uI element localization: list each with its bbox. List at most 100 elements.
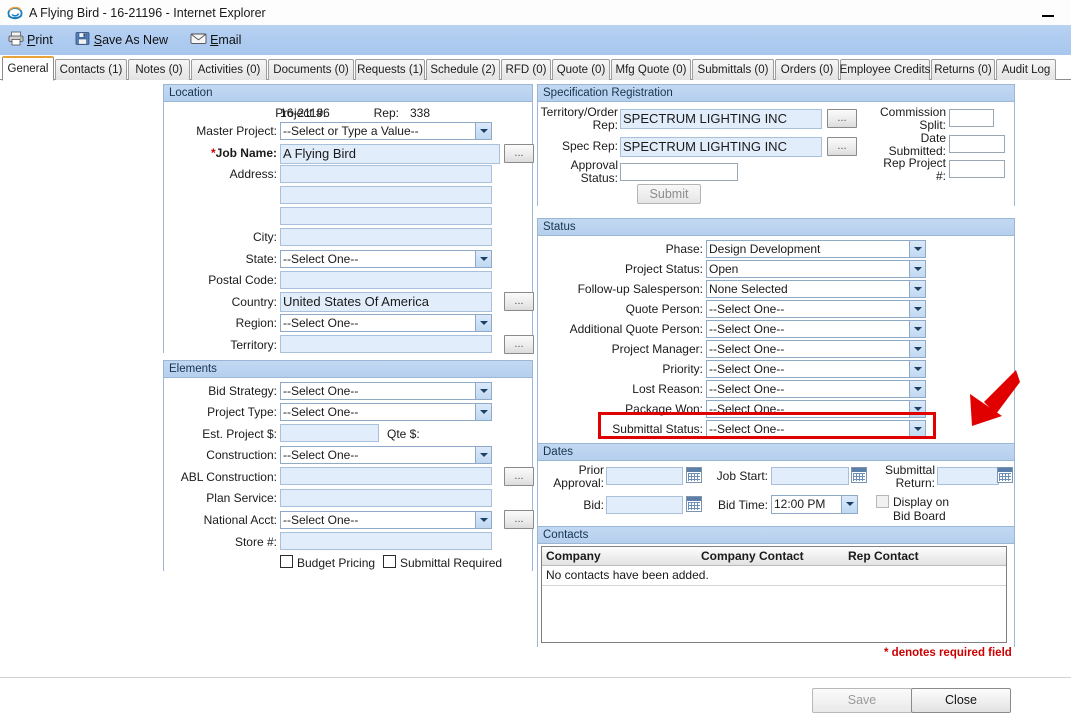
territory-order-rep-input[interactable]: SPECTRUM LIGHTING INC: [620, 109, 822, 129]
chevron-down-icon[interactable]: [909, 261, 925, 277]
tab-employee-credits[interactable]: Employee Credits: [840, 59, 930, 80]
plan-service-input[interactable]: [280, 489, 492, 507]
tab-activities-0[interactable]: Activities (0): [191, 59, 267, 80]
est-project-input[interactable]: [280, 424, 379, 442]
project-type-select[interactable]: --Select One--: [280, 403, 492, 421]
contacts-empty-row: No contacts have been added.: [542, 566, 1006, 586]
submit-button[interactable]: Submit: [637, 184, 701, 204]
tab-general[interactable]: General: [2, 56, 54, 81]
job-start-input[interactable]: [771, 467, 849, 485]
tab-returns-0[interactable]: Returns (0): [931, 59, 995, 80]
chevron-down-icon[interactable]: [909, 361, 925, 377]
submittal-required-checkbox[interactable]: [383, 555, 396, 568]
country-lookup-button[interactable]: ...: [504, 292, 534, 311]
budget-pricing-checkbox[interactable]: [280, 555, 293, 568]
chevron-down-icon[interactable]: [909, 301, 925, 317]
job-name-input[interactable]: A Flying Bird: [280, 144, 500, 164]
tab-documents-0[interactable]: Documents (0): [268, 59, 354, 80]
chevron-down-icon[interactable]: [475, 123, 491, 139]
chevron-down-icon[interactable]: [475, 404, 491, 420]
status-label-quote-person: Quote Person:: [625, 302, 703, 316]
address-line2-input[interactable]: [280, 186, 492, 204]
abl-construction-lookup-button[interactable]: ...: [504, 467, 534, 486]
postal-code-input[interactable]: [280, 271, 492, 289]
tab-quote-0[interactable]: Quote (0): [552, 59, 610, 80]
chevron-down-icon[interactable]: [909, 341, 925, 357]
chevron-down-icon[interactable]: [475, 512, 491, 528]
status-select-priority[interactable]: --Select One--: [706, 360, 926, 378]
column-header-rep-contact[interactable]: Rep Contact: [844, 547, 1004, 565]
chevron-down-icon[interactable]: [475, 447, 491, 463]
spec-rep-lookup-button[interactable]: ...: [827, 137, 857, 156]
tab-rfd-0[interactable]: RFD (0): [501, 59, 551, 80]
chevron-down-icon[interactable]: [909, 321, 925, 337]
status-select-submittal-status[interactable]: --Select One--: [706, 420, 926, 438]
tab-audit-log[interactable]: Audit Log: [996, 59, 1056, 80]
national-acct-select[interactable]: --Select One--: [280, 511, 492, 529]
construction-select[interactable]: --Select One--: [280, 446, 492, 464]
chevron-down-icon[interactable]: [475, 251, 491, 267]
chevron-down-icon[interactable]: [909, 241, 925, 257]
print-button[interactable]: Print: [8, 31, 53, 49]
status-select-lost-reason[interactable]: --Select One--: [706, 380, 926, 398]
chevron-down-icon[interactable]: [909, 281, 925, 297]
status-select-quote-person[interactable]: --Select One--: [706, 300, 926, 318]
status-select-additional-quote-person[interactable]: --Select One--: [706, 320, 926, 338]
tab-requests-1[interactable]: Requests (1): [355, 59, 425, 80]
city-input[interactable]: [280, 228, 492, 246]
territory-input[interactable]: [280, 335, 492, 353]
submittal-return-input[interactable]: [937, 467, 999, 485]
tab-mfg-quote-0[interactable]: Mfg Quote (0): [611, 59, 691, 80]
address-line1-input[interactable]: [280, 165, 492, 183]
tab-contacts-1[interactable]: Contacts (1): [55, 59, 127, 80]
email-button[interactable]: Email: [190, 32, 241, 48]
status-select-project-status[interactable]: Open: [706, 260, 926, 278]
spec-rep-input[interactable]: SPECTRUM LIGHTING INC: [620, 137, 822, 157]
tab-schedule-2[interactable]: Schedule (2): [426, 59, 500, 80]
territory-order-rep-lookup-button[interactable]: ...: [827, 109, 857, 128]
bid-strategy-select[interactable]: --Select One--: [280, 382, 492, 400]
chevron-down-icon[interactable]: [475, 383, 491, 399]
project-type-label: Project Type:: [207, 405, 277, 419]
bid-input[interactable]: [606, 496, 683, 514]
status-select-phase[interactable]: Design Development: [706, 240, 926, 258]
display-on-bid-board-checkbox[interactable]: [876, 495, 889, 508]
country-input[interactable]: United States Of America: [280, 292, 492, 312]
commission-split-input[interactable]: [949, 109, 994, 127]
spec-rep-label: Spec Rep:: [561, 139, 618, 153]
save-as-new-button[interactable]: Save As New: [75, 31, 168, 49]
approval-status-input[interactable]: [620, 163, 738, 181]
tab-submittals-0[interactable]: Submittals (0): [692, 59, 774, 80]
chevron-down-icon[interactable]: [841, 496, 857, 513]
column-header-company[interactable]: Company: [542, 547, 697, 565]
column-header-company-contact[interactable]: Company Contact: [697, 547, 844, 565]
national-acct-lookup-button[interactable]: ...: [504, 510, 534, 529]
status-select-project-manager[interactable]: --Select One--: [706, 340, 926, 358]
region-select[interactable]: --Select One--: [280, 314, 492, 332]
address-line3-input[interactable]: [280, 207, 492, 225]
state-select[interactable]: --Select One--: [280, 250, 492, 268]
chevron-down-icon[interactable]: [909, 421, 925, 437]
status-select-follow-up-salesperson[interactable]: None Selected: [706, 280, 926, 298]
prior-approval-input[interactable]: [606, 467, 683, 485]
chevron-down-icon[interactable]: [909, 401, 925, 417]
date-submitted-input[interactable]: [949, 135, 1005, 153]
close-button[interactable]: Close: [911, 688, 1011, 713]
job-name-lookup-button[interactable]: ...: [504, 144, 534, 163]
status-select-package-won[interactable]: --Select One--: [706, 400, 926, 418]
abl-construction-input[interactable]: [280, 467, 492, 485]
tab-notes-0[interactable]: Notes (0): [128, 59, 190, 80]
bid-time-select[interactable]: 12:00 PM: [771, 495, 858, 514]
construction-value: --Select One--: [283, 448, 359, 462]
save-button[interactable]: Save: [812, 688, 912, 713]
territory-lookup-button[interactable]: ...: [504, 335, 534, 354]
commission-split-label: Commission Split:: [879, 105, 946, 132]
tab-orders-0[interactable]: Orders (0): [775, 59, 839, 80]
chevron-down-icon[interactable]: [909, 381, 925, 397]
master-project-select[interactable]: --Select or Type a Value--: [280, 122, 492, 140]
rep-project-number-input[interactable]: [949, 160, 1005, 178]
chevron-down-icon[interactable]: [475, 315, 491, 331]
calendar-icon[interactable]: [997, 467, 1013, 483]
store-number-input[interactable]: [280, 532, 492, 550]
minimize-button[interactable]: [1033, 0, 1063, 25]
